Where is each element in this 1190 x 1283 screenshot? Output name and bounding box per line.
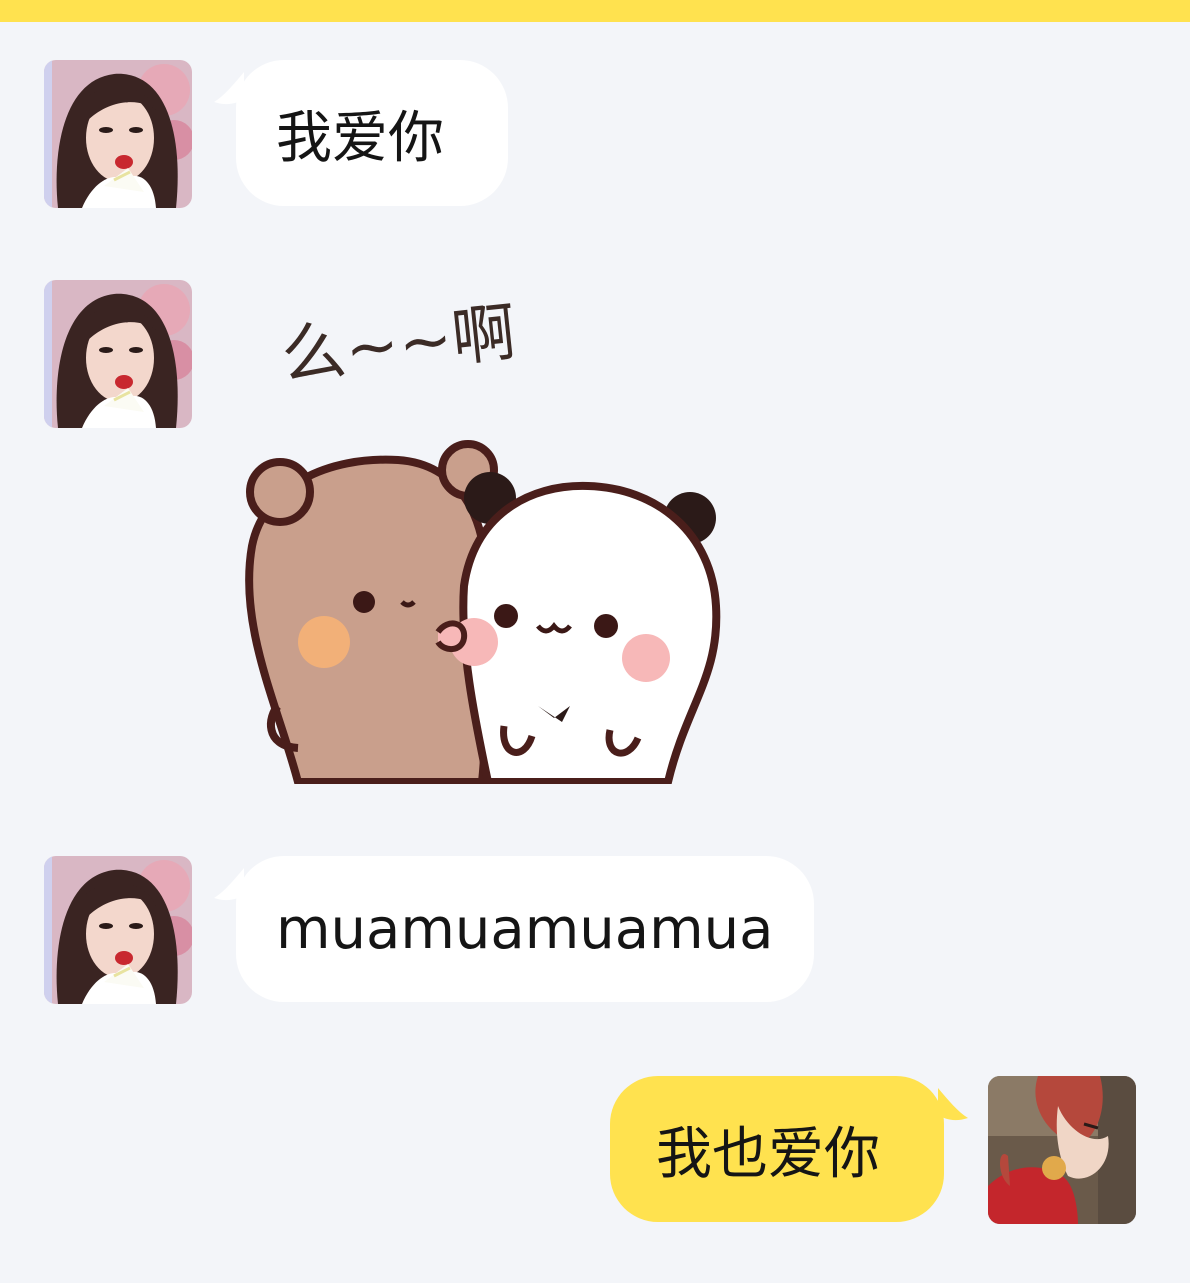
self-avatar[interactable] (988, 1076, 1136, 1224)
message-bubble[interactable]: 我爱你 (236, 60, 508, 206)
anime-boy-avatar-icon (988, 1076, 1136, 1224)
outgoing-message-bubble[interactable]: 我也爱你 (610, 1076, 944, 1222)
contact-avatar[interactable] (44, 280, 192, 428)
message-bubble[interactable]: muamuamuamua (236, 856, 814, 1002)
bubble-tail (938, 1088, 968, 1122)
message-text: 我爱你 (276, 105, 444, 171)
sticker-caption: 么~~啊 (278, 296, 520, 394)
girl-with-flower-avatar-icon (44, 60, 192, 208)
girl-with-flower-avatar-icon (44, 280, 192, 428)
sticker-message[interactable]: 么~~啊 (238, 286, 728, 784)
contact-avatar[interactable] (44, 856, 192, 1004)
contact-avatar[interactable] (44, 60, 192, 208)
bear-and-panda-kiss-sticker-icon: 么~~啊 (245, 296, 721, 784)
message-text: 我也爱你 (656, 1121, 880, 1187)
girl-with-flower-avatar-icon (44, 856, 192, 1004)
top-accent-bar (0, 0, 1190, 22)
message-text: muamuamuamua (276, 896, 774, 962)
